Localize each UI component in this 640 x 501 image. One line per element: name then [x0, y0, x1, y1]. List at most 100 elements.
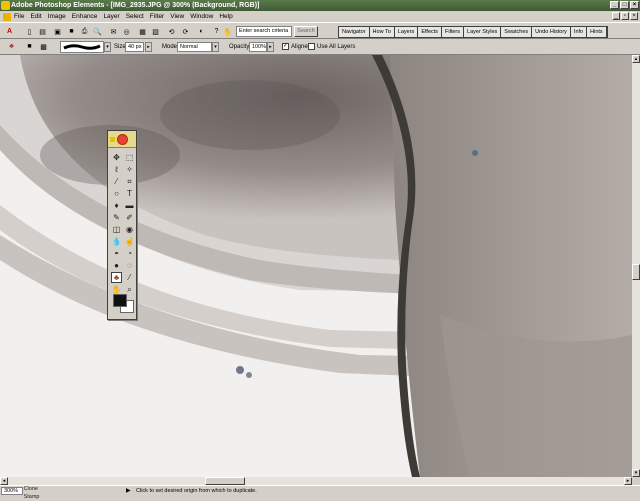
menu-layer[interactable]: Layer	[103, 13, 119, 20]
tab-navigator[interactable]: Navigator	[339, 27, 370, 37]
lasso-tool-icon[interactable]: ℓ	[111, 164, 122, 175]
palette-well: Navigator How To Layers Effects Filters …	[338, 26, 608, 38]
scroll-down-arrow[interactable]: ▾	[632, 469, 640, 477]
brush-tool-icon[interactable]: ✎	[111, 212, 122, 223]
paint-bucket-icon[interactable]: ♦	[111, 200, 122, 211]
menu-select[interactable]: Select	[126, 13, 144, 20]
brush-preview[interactable]	[60, 41, 104, 53]
frame-icon[interactable]: ▧	[150, 26, 161, 37]
toolbox-grip-icon[interactable]	[110, 137, 115, 142]
tab-effects[interactable]: Effects	[418, 27, 443, 37]
vertical-scroll-thumb[interactable]	[632, 264, 640, 280]
doc-close-button[interactable]: ×	[630, 12, 638, 20]
tab-info[interactable]: Info	[570, 27, 588, 37]
marquee-tool-icon[interactable]: ⬚	[124, 152, 135, 163]
online-services-icon[interactable]: ◎	[121, 26, 132, 37]
horizontal-scroll-thumb[interactable]	[205, 477, 245, 485]
document-icon[interactable]	[3, 12, 11, 21]
size-field[interactable]: 40 px	[125, 42, 144, 52]
menu-filter[interactable]: Filter	[150, 13, 164, 20]
type-tool-icon[interactable]: T	[124, 188, 135, 199]
tab-how-to[interactable]: How To	[369, 27, 395, 37]
web-photo-gallery-icon[interactable]: ▦	[137, 26, 148, 37]
pencil-tool-icon[interactable]: ✐	[124, 212, 135, 223]
tab-layer-styles[interactable]: Layer Styles	[464, 27, 502, 37]
close-button[interactable]: ×	[630, 1, 639, 9]
tab-layers[interactable]: Layers	[394, 27, 419, 37]
menu-view[interactable]: View	[170, 13, 184, 20]
tool-preset-icon[interactable]: ■	[24, 41, 35, 52]
doc-minimize-button[interactable]: _	[612, 12, 620, 20]
maximize-button[interactable]: □	[620, 1, 629, 9]
move-tool-icon[interactable]: ✥	[111, 152, 122, 163]
use-all-layers-checkbox[interactable]	[308, 43, 315, 50]
dodge-tool-icon[interactable]: ◔	[124, 248, 135, 259]
blur-tool-icon[interactable]: 💧	[111, 236, 122, 247]
app-icon[interactable]	[1, 1, 10, 10]
eraser-tool-icon[interactable]: ◫	[111, 224, 122, 235]
tab-undo-history[interactable]: Undo History	[532, 27, 571, 37]
gradient-tool-icon[interactable]: ▬	[124, 200, 135, 211]
selection-brush-icon[interactable]: ⁄	[111, 176, 122, 187]
print-preview-icon[interactable]: 🔍	[92, 26, 103, 37]
scroll-right-arrow[interactable]: ▸	[624, 477, 632, 485]
status-hint: Click to set desired origin from which t…	[136, 488, 257, 494]
menu-window[interactable]: Window	[190, 13, 213, 20]
mode-dropdown[interactable]: ▾	[212, 42, 219, 52]
opacity-field[interactable]: 100%	[249, 42, 267, 52]
status-bar: 300% Clone Stamp ▶ Click to set desired …	[0, 485, 640, 500]
pattern-stamp-icon[interactable]: ▩	[38, 41, 49, 52]
tab-swatches[interactable]: Swatches	[501, 27, 533, 37]
step-forward-icon[interactable]: ⟳	[180, 26, 191, 37]
import-icon[interactable]: ▣	[52, 26, 63, 37]
search-input[interactable]: Enter search criteria	[236, 26, 292, 37]
window-title: Adobe Photoshop Elements - [IMG_2935.JPG…	[11, 2, 260, 9]
smudge-tool-icon[interactable]: ☝	[124, 236, 135, 247]
sponge-tool-icon[interactable]: ◓	[111, 248, 122, 259]
document-canvas[interactable]	[0, 55, 632, 477]
scroll-up-arrow[interactable]: ▴	[632, 55, 640, 63]
search-button[interactable]: Search	[294, 26, 318, 37]
menu-image[interactable]: Image	[48, 13, 66, 20]
mode-select[interactable]: Normal	[177, 42, 212, 52]
adobe-logo-icon[interactable]: A	[4, 26, 15, 37]
attach-email-icon[interactable]: ✉	[108, 26, 119, 37]
healing-brush-icon[interactable]: ●	[111, 260, 122, 271]
new-file-icon[interactable]: ▯	[24, 26, 35, 37]
crop-tool-icon[interactable]: ⌗	[124, 176, 135, 187]
red-eye-tool-icon[interactable]: ◉	[124, 224, 135, 235]
clone-stamp-tool-icon[interactable]: ♣	[111, 272, 122, 283]
minimize-button[interactable]: _	[610, 1, 619, 9]
doc-restore-button[interactable]: ▫	[621, 12, 629, 20]
opacity-dropdown[interactable]: ▸	[267, 42, 274, 52]
toolbox[interactable]: ✥ ⬚ ℓ ✧ ⁄ ⌗ ○ T ♦ ▬ ✎ ✐ ◫ ◉ 💧 ☝ ◓ ◔ ● ◌ …	[107, 130, 137, 320]
menu-enhance[interactable]: Enhance	[72, 13, 98, 20]
menu-file[interactable]: File	[14, 13, 24, 20]
menu-edit[interactable]: Edit	[30, 13, 41, 20]
tab-hints[interactable]: Hints	[587, 27, 607, 37]
eyedropper-tool-icon[interactable]: ⁄	[124, 272, 135, 283]
shape-tool-icon[interactable]: ○	[111, 188, 122, 199]
brush-dropdown[interactable]: ▾	[104, 42, 111, 52]
foreground-color-swatch[interactable]	[113, 294, 127, 307]
clone-stamp-icon[interactable]: ♣	[6, 41, 17, 52]
open-file-icon[interactable]: ▤	[37, 26, 48, 37]
status-arrow-icon[interactable]: ▶	[126, 487, 131, 495]
quick-fix-icon[interactable]: ◐	[196, 26, 207, 37]
tab-filters[interactable]: Filters	[442, 27, 465, 37]
step-backward-icon[interactable]: ⟲	[166, 26, 177, 37]
magic-wand-tool-icon[interactable]: ✧	[124, 164, 135, 175]
aligned-checkbox[interactable]: ✓	[282, 43, 289, 50]
print-icon[interactable]: ⎙	[79, 26, 90, 37]
impressionist-brush-icon[interactable]: ◌	[124, 260, 135, 271]
hand-icon[interactable]: ✋	[222, 26, 233, 37]
menu-help[interactable]: Help	[219, 13, 232, 20]
scroll-left-arrow[interactable]: ◂	[0, 477, 8, 485]
save-icon[interactable]: ■	[66, 26, 77, 37]
toolbox-header[interactable]	[108, 131, 136, 148]
horizontal-scrollbar[interactable]	[0, 477, 632, 485]
options-bar: ♣ ■ ▩ ▾ Size: 40 px ▸ Mode: Normal ▾ Opa…	[0, 39, 640, 55]
size-dropdown[interactable]: ▸	[145, 42, 152, 52]
zoom-field[interactable]: 300%	[1, 487, 23, 495]
help-icon[interactable]: ?	[211, 26, 222, 37]
